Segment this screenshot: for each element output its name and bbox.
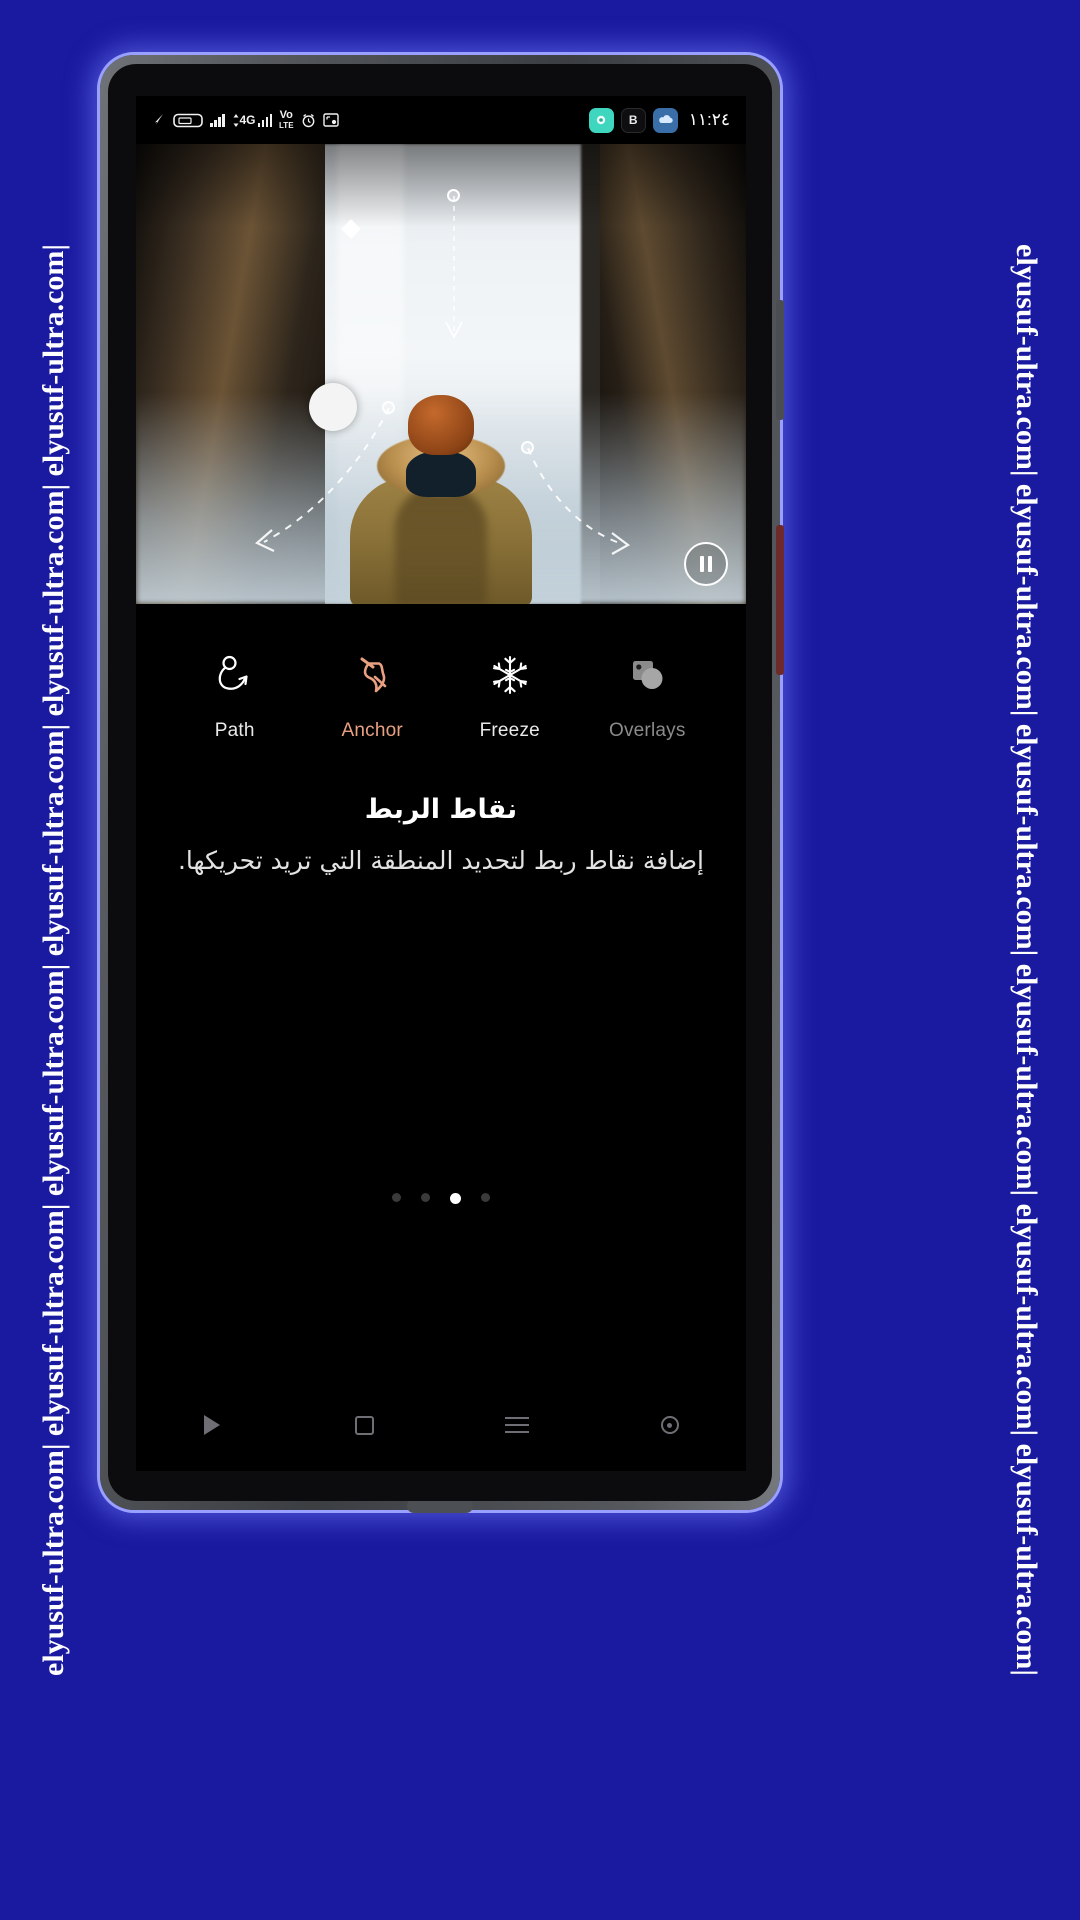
power-button[interactable] xyxy=(776,525,784,675)
top-vignette xyxy=(136,144,746,227)
assistant-circle-icon xyxy=(660,1416,679,1434)
path-node-right[interactable] xyxy=(521,441,534,454)
mobile-data-label: 4G xyxy=(239,113,256,127)
person-subject xyxy=(336,389,546,604)
person-hair xyxy=(408,395,474,455)
signal-bars-icon xyxy=(210,113,225,127)
nav-home-button[interactable] xyxy=(345,1405,385,1445)
nav-assistant-button[interactable] xyxy=(650,1405,690,1445)
home-square-icon xyxy=(355,1415,375,1435)
overlay-shapes-icon xyxy=(624,652,670,698)
volte-icon: Vo LTE xyxy=(279,109,294,131)
speed-handle-large[interactable] xyxy=(309,383,357,431)
screenshot-icon xyxy=(322,113,339,127)
page-indicator xyxy=(136,1192,746,1204)
help-copy: نقاط الربط إضافة نقاط ربط لتحديد المنطقة… xyxy=(136,742,746,881)
tool-strip: Path Anchor Freeze Overlays xyxy=(136,604,746,742)
tool-overlays[interactable]: Overlays xyxy=(592,652,702,742)
status-bar-right: B ١١:٢٤ xyxy=(588,107,730,133)
page-dot-active[interactable] xyxy=(450,1192,461,1204)
app-badge-b-icon: B xyxy=(620,107,646,133)
path-curve-icon xyxy=(212,652,258,698)
person-hood xyxy=(406,451,476,497)
watermark-text: elyusuf-ultra.com| elyusuf-ultra.com| el… xyxy=(1010,244,1044,1676)
device-chin-notch xyxy=(407,1499,473,1513)
page-dot[interactable] xyxy=(421,1192,430,1202)
app-badge-blue-icon xyxy=(652,107,678,133)
status-bar-left: 4G Vo LTE xyxy=(152,110,339,130)
system-nav-bar xyxy=(136,1379,746,1471)
tool-path[interactable]: Path xyxy=(180,652,290,742)
watermark-left: elyusuf-ultra.com| elyusuf-ultra.com| el… xyxy=(0,0,108,1920)
tool-freeze[interactable]: Freeze xyxy=(455,652,565,742)
status-bar: 4G Vo LTE B ١١:٢٤ xyxy=(136,96,746,144)
nav-play-button[interactable] xyxy=(192,1405,232,1445)
tool-overlays-label: Overlays xyxy=(608,720,686,741)
app-badge-teal-icon xyxy=(588,107,614,133)
pushpin-icon xyxy=(349,652,395,698)
video-preview-waterfall[interactable] xyxy=(136,144,746,604)
phone-device: 4G Vo LTE B ١١:٢٤ Path Anchor Freeze Ove… xyxy=(100,55,784,1513)
watermark-text: elyusuf-ultra.com| elyusuf-ultra.com| el… xyxy=(37,244,71,1676)
menu-lines-icon xyxy=(505,1417,530,1433)
path-node-left[interactable] xyxy=(382,401,395,414)
alarm-clock-icon xyxy=(301,113,316,128)
tool-freeze-label: Freeze xyxy=(479,720,540,741)
tool-path-label: Path xyxy=(214,720,255,741)
watermark-right: elyusuf-ultra.com| elyusuf-ultra.com| el… xyxy=(972,0,1080,1920)
person-coat-shading xyxy=(395,485,487,604)
volume-button[interactable] xyxy=(776,300,784,420)
play-triangle-icon xyxy=(204,1415,221,1435)
snowflake-icon xyxy=(487,652,533,698)
volte-bottom-label: LTE xyxy=(279,121,294,130)
tv-cast-icon xyxy=(173,113,203,128)
mobile-data-4g-icon: 4G xyxy=(232,113,273,127)
editor-panel: Path Anchor Freeze Overlays نقاط الربط إ… xyxy=(136,604,746,1204)
tool-anchor-label: Anchor xyxy=(341,720,403,741)
help-body: إضافة نقاط ربط لتحديد المنطقة التي تريد … xyxy=(177,845,704,875)
path-node-top[interactable] xyxy=(447,189,460,202)
page-dot[interactable] xyxy=(392,1192,401,1202)
nav-recents-button[interactable] xyxy=(497,1405,537,1445)
tool-anchor[interactable]: Anchor xyxy=(317,652,427,742)
help-title: نقاط الربط xyxy=(364,794,518,825)
pause-button[interactable] xyxy=(684,542,728,586)
location-arrow-icon xyxy=(152,113,166,127)
status-bar-clock: ١١:٢٤ xyxy=(688,110,730,129)
page-dot[interactable] xyxy=(481,1192,490,1202)
volte-top-label: Vo xyxy=(279,109,293,121)
phone-screen: 4G Vo LTE B ١١:٢٤ Path Anchor Freeze Ove… xyxy=(136,96,746,1471)
phone-bezel: 4G Vo LTE B ١١:٢٤ Path Anchor Freeze Ove… xyxy=(108,64,772,1501)
